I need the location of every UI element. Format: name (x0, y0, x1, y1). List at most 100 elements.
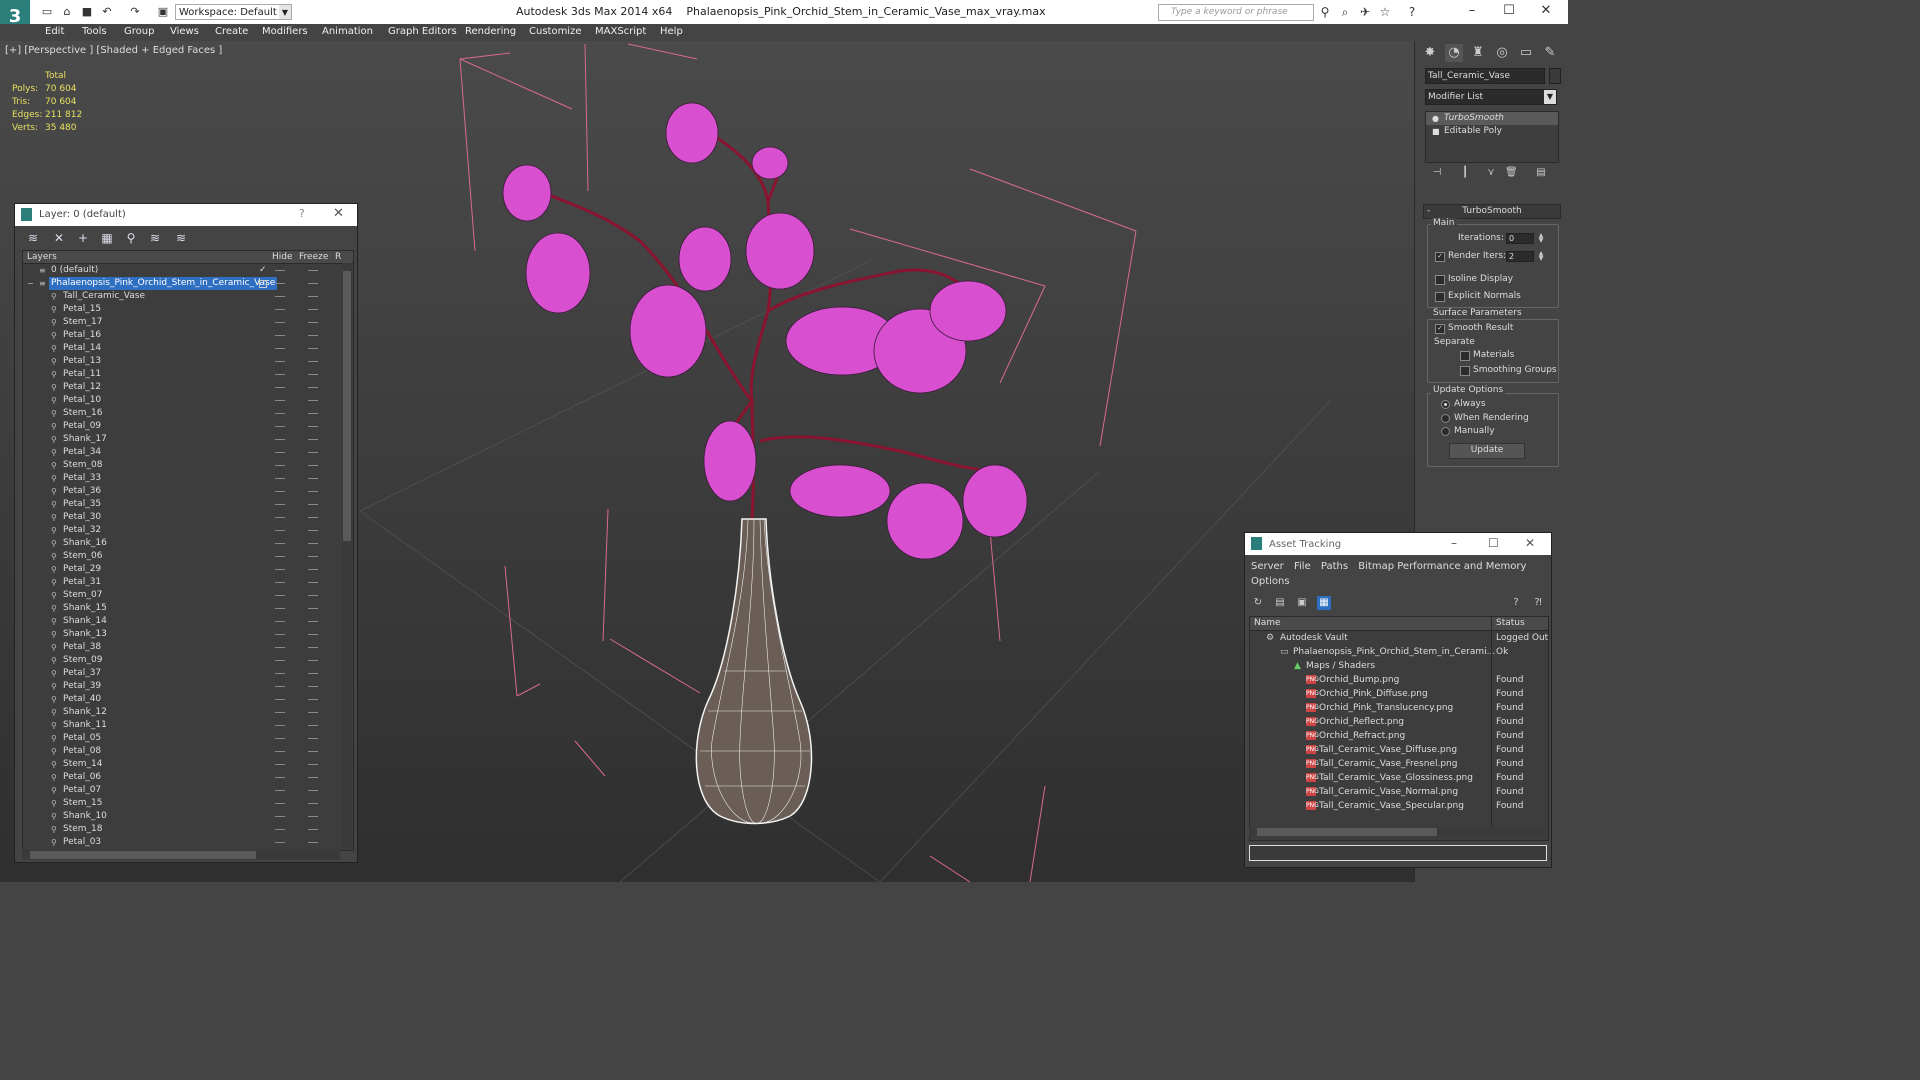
hide-all-icon[interactable]: ≋ (147, 230, 163, 246)
refresh-icon[interactable]: ↻ (1251, 596, 1265, 610)
hide-toggle[interactable] (275, 803, 285, 804)
asset-row-vault[interactable]: ⚙ Autodesk Vault Logged Out (1250, 631, 1548, 645)
freeze-toggle[interactable] (308, 660, 318, 661)
freeze-toggle[interactable] (308, 517, 318, 518)
menu-group[interactable]: Group (124, 26, 154, 37)
layer-object-row[interactable]: ⚲ Petal_09 (23, 420, 341, 433)
asset-row-max-file[interactable]: ▭ Phalaenopsis_Pink_Orchid_Stem_in_Ceram… (1250, 645, 1548, 659)
spinner-arrows-icon[interactable]: ▲ ▼ (1537, 251, 1545, 262)
layer-object-row[interactable]: ⚲ Petal_33 (23, 472, 341, 485)
freeze-all-icon[interactable]: ≋ (173, 230, 189, 246)
layer-object-row[interactable]: ⚲ Shank_11 (23, 719, 341, 732)
create-layer-icon[interactable]: ≋ (25, 230, 41, 246)
freeze-toggle[interactable] (308, 309, 318, 310)
layer-object-row[interactable]: ⚲ Petal_34 (23, 446, 341, 459)
lightbulb-icon[interactable]: ● (1432, 112, 1439, 125)
freeze-toggle[interactable] (308, 699, 318, 700)
asset-row[interactable]: PNG Tall_Ceramic_Vase_Normal.png Found (1250, 785, 1548, 799)
when-rendering-radio[interactable] (1441, 414, 1450, 423)
freeze-toggle[interactable] (308, 530, 318, 531)
menu-modifiers[interactable]: Modifiers (262, 26, 308, 37)
hide-toggle[interactable] (275, 322, 285, 323)
hide-toggle[interactable] (275, 829, 285, 830)
spinner-arrows-icon[interactable]: ▲ ▼ (1537, 233, 1545, 244)
modifier-list-dropdown[interactable]: Modifier List ▼ (1425, 89, 1557, 105)
hide-toggle[interactable] (275, 764, 285, 765)
scrollbar-thumb[interactable] (1257, 828, 1437, 836)
layer-object-row[interactable]: ⚲ Stem_09 (23, 654, 341, 667)
hide-toggle[interactable] (275, 361, 285, 362)
thumbnail-view-icon[interactable]: ▣ (1295, 596, 1309, 610)
asset-row[interactable]: PNG Tall_Ceramic_Vase_Specular.png Found (1250, 799, 1548, 813)
status-column-header[interactable]: Status (1496, 617, 1525, 630)
scrollbar-thumb[interactable] (30, 851, 256, 859)
iterations-spinner[interactable]: 0 (1506, 233, 1534, 244)
layer-row-active[interactable]: − ≡ Phalaenopsis_Pink_Orchid_Stem_in_Cer… (23, 277, 341, 290)
freeze-toggle[interactable] (308, 270, 318, 271)
turbosmooth-rollout-header[interactable]: - TurboSmooth (1423, 204, 1561, 219)
freeze-toggle[interactable] (308, 764, 318, 765)
menu-views[interactable]: Views (170, 26, 199, 37)
layer-object-row[interactable]: ⚲ Petal_30 (23, 511, 341, 524)
render-iters-checkbox[interactable]: ✓ (1435, 252, 1445, 262)
hide-toggle[interactable] (275, 842, 285, 843)
configure-sets-icon[interactable]: ▤ (1535, 167, 1547, 179)
layer-object-row[interactable]: ⚲ Petal_16 (23, 329, 341, 342)
hide-toggle[interactable] (275, 751, 285, 752)
hide-toggle[interactable] (275, 712, 285, 713)
menu-maxscript[interactable]: MAXScript (595, 26, 646, 37)
collapse-icon[interactable]: − (27, 277, 34, 290)
close-icon[interactable]: ✕ (333, 206, 344, 221)
freeze-toggle[interactable] (308, 361, 318, 362)
set-current-layer-icon[interactable] (259, 280, 267, 288)
object-color-swatch[interactable] (1549, 68, 1561, 84)
layer-tree-vscrollbar[interactable] (342, 263, 352, 848)
asset-row[interactable]: PNG Tall_Ceramic_Vase_Glossiness.png Found (1250, 771, 1548, 785)
hide-toggle[interactable] (275, 374, 285, 375)
display-tab-icon[interactable]: ▭ (1517, 44, 1535, 62)
hide-toggle[interactable] (275, 699, 285, 700)
layer-object-row[interactable]: ⚲ Petal_08 (23, 745, 341, 758)
maximize-icon[interactable]: ☐ (1488, 536, 1499, 550)
select-objects-icon[interactable]: ▦ (99, 230, 115, 246)
redo-icon[interactable]: ↷ (128, 5, 142, 18)
layer-object-row[interactable]: ⚲ Petal_29 (23, 563, 341, 576)
asset-row[interactable]: PNG Tall_Ceramic_Vase_Fresnel.png Found (1250, 757, 1548, 771)
hide-toggle[interactable] (275, 270, 285, 271)
show-end-result-icon[interactable]: ┃ (1459, 167, 1471, 179)
layer-object-row[interactable]: ⚲ Petal_14 (23, 342, 341, 355)
list-view-icon[interactable]: ▤ (1273, 596, 1287, 610)
hide-toggle[interactable] (275, 686, 285, 687)
menu-edit[interactable]: Edit (45, 26, 64, 37)
freeze-toggle[interactable] (308, 283, 318, 284)
hide-toggle[interactable] (275, 647, 285, 648)
help-icon[interactable]: ? (299, 207, 305, 220)
asset-row[interactable]: PNG Orchid_Bump.png Found (1250, 673, 1548, 687)
hide-toggle[interactable] (275, 296, 285, 297)
layer-object-row[interactable]: ⚲ Petal_15 (23, 303, 341, 316)
menu-graph-editors[interactable]: Graph Editors (388, 26, 457, 37)
freeze-toggle[interactable] (308, 595, 318, 596)
freeze-toggle[interactable] (308, 491, 318, 492)
freeze-toggle[interactable] (308, 751, 318, 752)
asset-row-maps[interactable]: ▲ Maps / Shaders (1250, 659, 1548, 673)
layer-tree-hscrollbar[interactable] (22, 850, 340, 860)
smoothing-groups-checkbox[interactable] (1460, 366, 1470, 376)
asset-row[interactable]: PNG Orchid_Pink_Diffuse.png Found (1250, 687, 1548, 701)
utilities-tab-icon[interactable]: ✎ (1541, 44, 1559, 62)
layer-object-row[interactable]: ⚲ Petal_11 (23, 368, 341, 381)
table-view-icon[interactable]: ▦ (1317, 596, 1331, 610)
freeze-toggle[interactable] (308, 348, 318, 349)
hide-column-header[interactable]: Hide (272, 251, 293, 263)
layer-object-row[interactable]: ⚲ Shank_12 (23, 706, 341, 719)
help-icon[interactable]: ? (1405, 5, 1419, 19)
layer-object-row[interactable]: ⚲ Stem_17 (23, 316, 341, 329)
hide-toggle[interactable] (275, 413, 285, 414)
layer-object-row[interactable]: ⚲ Petal_03 (23, 836, 341, 849)
hide-toggle[interactable] (275, 309, 285, 310)
hide-toggle[interactable] (275, 283, 285, 284)
hide-toggle[interactable] (275, 673, 285, 674)
layer-object-row[interactable]: ⚲ Petal_40 (23, 693, 341, 706)
project-folder-icon[interactable]: ▣ (156, 5, 170, 18)
freeze-toggle[interactable] (308, 400, 318, 401)
